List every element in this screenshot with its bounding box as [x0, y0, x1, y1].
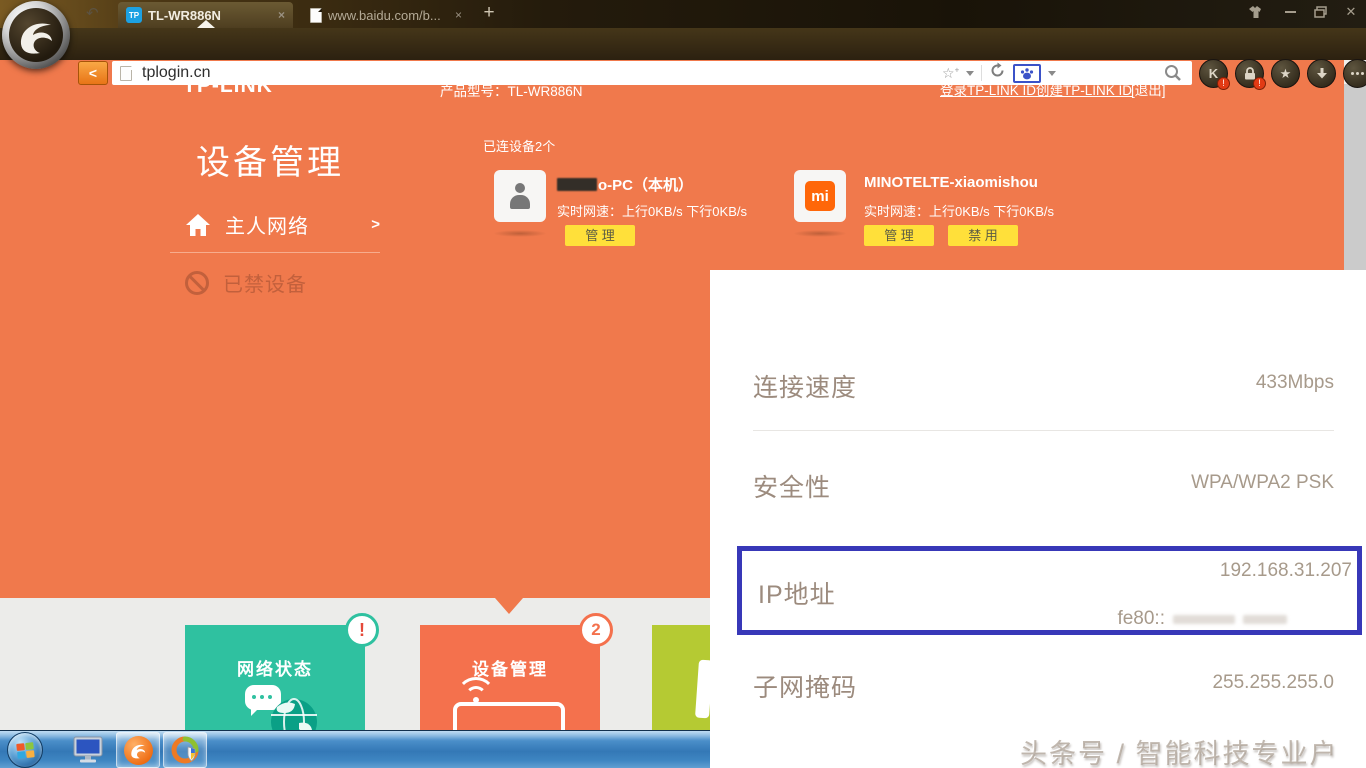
security-app-icon: [171, 736, 199, 764]
back-button[interactable]: <: [78, 61, 108, 85]
start-button[interactable]: [7, 732, 43, 768]
device-avatar-pc: [494, 170, 546, 222]
row-value-subnet: 255.255.255.0: [1212, 672, 1334, 694]
tile-network-status[interactable]: 网络状态: [185, 625, 365, 730]
router-admin-page: TP-LINK 产品型号：TL-WR886N 登录TP-LINK ID 创建TP…: [0, 60, 1366, 768]
chevron-right-icon: >: [371, 216, 380, 233]
alert-badge: !: [1253, 77, 1266, 90]
browser-addressbar: < tplogin.cn ☆+ K !: [0, 28, 1366, 60]
device-speed-pc: 实时网速：上行0KB/s 下行0KB/s: [557, 201, 747, 220]
row-value-speed: 433Mbps: [1256, 372, 1334, 394]
refresh-icon[interactable]: [989, 62, 1006, 84]
row-value-ipv4: 192.168.31.207: [1220, 560, 1352, 582]
kingsoft-button[interactable]: K !: [1199, 59, 1228, 88]
row-value-ipv6: fe80::: [1117, 608, 1287, 630]
avatar-shadow: [793, 230, 847, 237]
browser-tabstrip: ↶ TP TL-WR886N × www.baidu.com/b... × + …: [0, 0, 1366, 28]
masked-ipv6-segment: [1243, 615, 1287, 624]
row-label-subnet: 子网掩码: [753, 668, 857, 704]
connected-count-label: 已连设备2个: [483, 136, 555, 155]
sidebar-disabled-label: 已禁设备: [223, 268, 307, 297]
taskbar-security-app-button[interactable]: [163, 732, 207, 768]
bookmark-dropdown-icon[interactable]: [966, 71, 974, 76]
tab-close-icon[interactable]: ×: [455, 8, 462, 22]
device-speed-xiaomi: 实时网速：上行0KB/s 下行0KB/s: [864, 201, 1054, 220]
disable-button-xiaomi[interactable]: 禁 用: [948, 225, 1018, 246]
url-field[interactable]: tplogin.cn ☆+: [112, 61, 1192, 85]
search-icon[interactable]: [1164, 64, 1182, 87]
count-badge: 2: [579, 613, 613, 647]
page-icon: [310, 8, 322, 23]
device-name-pc: o-PC（本机）: [557, 174, 693, 195]
row-label-speed: 连接速度: [753, 368, 857, 404]
more-button[interactable]: [1343, 59, 1366, 88]
back-history-icon[interactable]: ↶: [86, 4, 99, 22]
tab-baidu-label: www.baidu.com/b...: [328, 8, 441, 23]
ipv6-prefix: fe80::: [1117, 608, 1165, 630]
ip-address-highlight-box: IP地址 192.168.31.207 fe80::: [737, 546, 1362, 635]
taskbar-computer-icon[interactable]: [66, 733, 110, 767]
device-details-panel: 连接速度 433Mbps 安全性 WPA/WPA2 PSK IP地址 192.1…: [710, 270, 1366, 768]
url-text[interactable]: tplogin.cn: [142, 64, 211, 82]
masked-name-segment: [557, 178, 597, 191]
sidebar-item-disabled-devices[interactable]: 已禁设备: [185, 268, 307, 297]
page-icon: [120, 66, 132, 81]
skin-icon[interactable]: [1243, 3, 1269, 21]
device-name-text: o-PC（本机）: [598, 177, 693, 194]
tab-baidu[interactable]: www.baidu.com/b... ×: [302, 2, 470, 28]
restore-button[interactable]: [1307, 3, 1333, 21]
tile-device-management-label: 设备管理: [420, 655, 600, 680]
new-tab-button[interactable]: +: [478, 2, 500, 24]
cheetah-logo-inner: [9, 8, 63, 62]
sidebar-main-label: 主人网络: [225, 210, 309, 239]
row-label-security: 安全性: [753, 468, 831, 504]
masked-ipv6-segment: [1173, 615, 1235, 624]
tp-link-favicon: TP: [126, 7, 142, 23]
windows-logo-icon: [16, 742, 36, 760]
sidebar-item-main-network[interactable]: 主人网络 >: [185, 210, 380, 239]
page-title: 设备管理: [196, 135, 344, 184]
home-icon: [185, 213, 211, 237]
globe-icon: [269, 697, 319, 730]
sidebar-divider: [170, 252, 380, 253]
divider: [981, 65, 982, 81]
device-name-xiaomi: MINOTELTE-xiaomishou: [864, 174, 1038, 191]
k-letter: K: [1209, 66, 1218, 81]
taskbar-cheetah-browser-button[interactable]: [116, 732, 160, 768]
tile-network-status-label: 网络状态: [185, 655, 365, 680]
person-icon: [509, 183, 531, 209]
minimize-button[interactable]: [1277, 3, 1303, 21]
row-value-security: WPA/WPA2 PSK: [1191, 472, 1334, 494]
browser-scrollbar[interactable]: [1344, 60, 1366, 270]
tab-close-icon[interactable]: ×: [278, 8, 285, 22]
security-lock-button[interactable]: !: [1235, 59, 1264, 88]
router-device-icon: [453, 702, 565, 730]
tile-device-management[interactable]: 设备管理: [420, 625, 600, 730]
banned-icon: [185, 271, 209, 295]
bookmark-add-icon[interactable]: ☆+: [942, 65, 959, 82]
active-tile-caret: [495, 598, 523, 614]
cheetah-browser-logo[interactable]: [2, 1, 70, 69]
watermark-text: 头条号 / 智能科技专业户: [1020, 732, 1366, 768]
row-divider: [753, 430, 1334, 431]
screen: ↶ TP TL-WR886N × www.baidu.com/b... × + …: [0, 0, 1366, 768]
active-tab-notch: [197, 20, 215, 28]
paw-dropdown-icon[interactable]: [1048, 71, 1056, 76]
manage-button-xiaomi[interactable]: 管 理: [864, 225, 934, 246]
manage-button-pc[interactable]: 管 理: [565, 225, 635, 246]
device-avatar-xiaomi: mi: [794, 170, 846, 222]
alert-badge: !: [345, 613, 379, 647]
row-label-ip: IP地址: [758, 575, 836, 611]
cheetah-icon: [124, 736, 153, 765]
baidu-paw-icon[interactable]: [1013, 64, 1041, 83]
alert-badge: !: [1217, 77, 1230, 90]
download-button[interactable]: [1307, 59, 1336, 88]
mi-logo-icon: mi: [805, 181, 835, 211]
avatar-shadow: [493, 230, 547, 237]
close-button[interactable]: ✕: [1338, 3, 1364, 21]
favorites-star-button[interactable]: ★: [1271, 59, 1300, 88]
